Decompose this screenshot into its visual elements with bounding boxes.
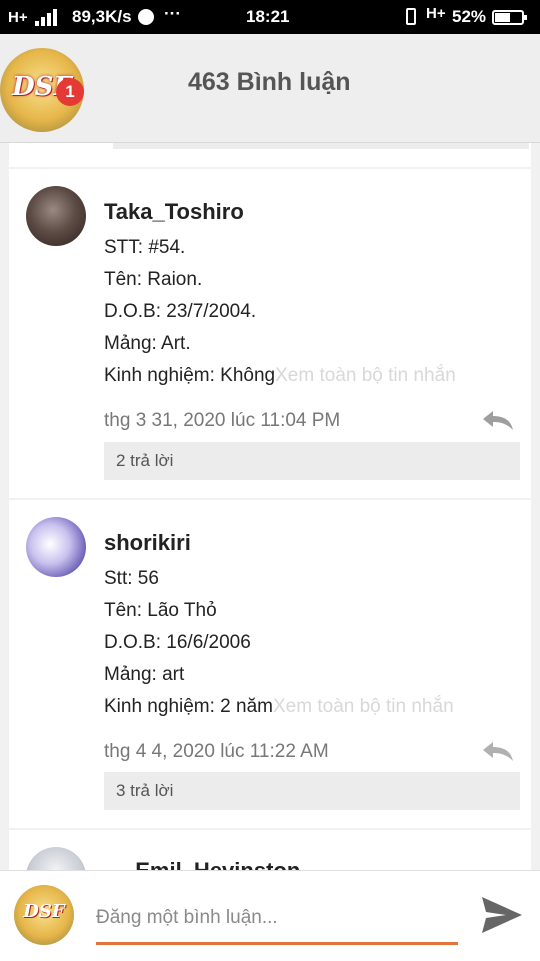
status-bar: H+ 89,3K/s ··· 18:21 H+ 52% <box>0 0 540 34</box>
view-replies-button[interactable]: 2 trả lời <box>104 442 520 480</box>
more-notifications-icon: ··· <box>164 4 181 23</box>
comment-line: Mảng: art <box>104 664 185 685</box>
network-speed: 89,3K/s <box>72 7 132 26</box>
battery-icon <box>492 10 527 25</box>
comment-card: _Emil_Hevinston <box>9 830 531 870</box>
avatar[interactable] <box>26 186 86 246</box>
comment-card-previous <box>9 143 531 167</box>
notification-badge[interactable]: 1 <box>56 78 84 106</box>
comment-line-text: Kinh nghiệm: 2 năm <box>104 696 273 717</box>
see-full-message-link[interactable]: Xem toàn bộ tin nhắn <box>275 365 456 386</box>
see-full-message-link[interactable]: Xem toàn bộ tin nhắn <box>273 696 454 717</box>
comment-line-last: Kinh nghiệm: KhôngXem toàn bộ tin nhắn <box>104 365 456 387</box>
view-replies-button[interactable]: 3 trả lời <box>104 772 520 810</box>
my-avatar-text: DSF <box>23 901 65 922</box>
reply-icon[interactable] <box>481 409 515 431</box>
previous-replies-bar[interactable] <box>113 143 529 149</box>
comment-timestamp: thg 4 4, 2020 lúc 11:22 AM <box>104 741 329 762</box>
clock: 18:21 <box>246 7 290 26</box>
network-type-left: H+ <box>8 9 28 26</box>
comment-line: Tên: Raion. <box>104 269 203 290</box>
network-type-right: H+ <box>426 5 446 22</box>
reply-icon[interactable] <box>481 740 515 762</box>
avatar[interactable] <box>26 517 86 577</box>
battery-percent: 52% <box>452 7 487 26</box>
comment-card: shorikiri Stt: 56 Tên: Lão Thỏ D.O.B: 16… <box>9 500 531 828</box>
comment-line: STT: #54. <box>104 237 186 258</box>
battery-saver-icon <box>406 8 416 25</box>
comment-line-last: Kinh nghiệm: 2 nămXem toàn bộ tin nhắn <box>104 696 454 718</box>
page-title: 463 Bình luận <box>188 68 351 96</box>
avatar[interactable] <box>26 847 86 870</box>
comment-timestamp: thg 3 31, 2020 lúc 11:04 PM <box>104 410 341 431</box>
comment-username[interactable]: shorikiri <box>104 530 191 556</box>
header: DSF 1 463 Bình luận <box>0 34 540 143</box>
signal-icon <box>35 8 63 26</box>
comment-username[interactable]: Taka_Toshiro <box>104 199 244 225</box>
comment-line: Mảng: Art. <box>104 333 191 354</box>
my-avatar: DSF <box>14 885 74 945</box>
comment-line: Stt: 56 <box>104 568 159 589</box>
comment-line: Tên: Lão Thỏ <box>104 600 217 621</box>
comment-composer: DSF <box>0 870 540 961</box>
messenger-icon <box>138 9 154 25</box>
comment-line: D.O.B: 16/6/2006 <box>104 632 251 653</box>
send-icon[interactable] <box>480 893 524 937</box>
comment-input[interactable] <box>96 893 458 945</box>
comment-feed[interactable]: Taka_Toshiro STT: #54. Tên: Raion. D.O.B… <box>0 143 540 870</box>
comment-line: D.O.B: 23/7/2004. <box>104 301 257 322</box>
comment-card: Taka_Toshiro STT: #54. Tên: Raion. D.O.B… <box>9 169 531 498</box>
comment-username[interactable]: _Emil_Hevinston <box>123 858 300 870</box>
comment-line-text: Kinh nghiệm: Không <box>104 365 276 386</box>
